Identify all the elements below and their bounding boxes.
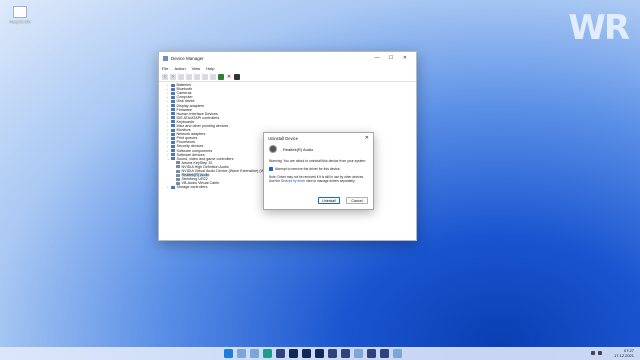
dialog-title: Uninstall Device [268, 135, 299, 141]
premiere-icon[interactable] [302, 349, 311, 358]
device-icon [171, 149, 175, 153]
device-icon [171, 128, 175, 132]
app-icon[interactable] [328, 349, 337, 358]
disable-device-icon[interactable] [234, 73, 240, 80]
menu-help[interactable]: Help [206, 66, 214, 71]
speaker-icon [269, 145, 277, 153]
window-title: Device Manager [171, 55, 204, 61]
app-icon[interactable] [380, 349, 389, 358]
cancel-button[interactable]: Cancel [346, 197, 368, 204]
device-icon [176, 169, 180, 173]
note-text-after: view to manage drivers separately. [305, 179, 356, 183]
forward-icon[interactable]: › [170, 73, 176, 80]
device-icon [171, 136, 175, 140]
menu-action[interactable]: Action [174, 66, 185, 71]
file-explorer-icon[interactable] [276, 349, 285, 358]
app-icon[interactable] [354, 349, 363, 358]
brand-logo: WR [568, 8, 630, 48]
network-icon[interactable] [591, 351, 595, 355]
dialog-titlebar[interactable]: Uninstall Device ✕ [264, 133, 373, 143]
device-icon [171, 112, 175, 116]
close-button[interactable]: ✕ [398, 55, 412, 61]
device-icon [171, 83, 175, 87]
photoshop-icon[interactable] [289, 349, 298, 358]
toolbar: ‹ › ✕ [159, 72, 416, 82]
remove-driver-label: Attempt to remove the driver for this de… [275, 167, 341, 171]
after-effects-icon[interactable] [315, 349, 324, 358]
device-icon [171, 87, 175, 91]
recycle-bin-shortcut[interactable]: Recycle Bin [6, 6, 34, 24]
properties-icon[interactable] [186, 73, 192, 80]
dialog-warning: Warning: You are about to uninstall this… [269, 159, 367, 163]
maximize-button[interactable]: ☐ [384, 55, 398, 61]
device-icon [171, 144, 175, 148]
dialog-device-name: Realtek(R) Audio [283, 146, 314, 152]
device-icon [176, 165, 180, 169]
window-titlebar[interactable]: Device Manager — ☐ ✕ [159, 52, 416, 64]
app-icon[interactable] [367, 349, 376, 358]
device-icon [171, 140, 175, 144]
tree-item-label: Storage controllers [176, 185, 208, 190]
app-icon[interactable] [341, 349, 350, 358]
update-driver-icon[interactable] [202, 73, 208, 80]
device-manager-taskbar-icon[interactable] [393, 349, 402, 358]
device-icon [171, 124, 175, 128]
device-icon [171, 95, 175, 99]
taskbar: 07:27 17.12.2021 [0, 347, 640, 360]
device-manager-icon [163, 55, 168, 61]
device-icon [176, 161, 180, 165]
clock-date: 17.12.2021 [613, 353, 634, 358]
menu-bar: File Action View Help [159, 64, 416, 72]
checkbox-checked-icon[interactable] [269, 167, 273, 171]
taskbar-clock[interactable]: 07:27 17.12.2021 [614, 348, 634, 358]
edge-icon[interactable] [263, 349, 272, 358]
remove-driver-checkbox[interactable]: Attempt to remove the driver for this de… [264, 163, 373, 171]
devices-by-driver-link[interactable]: Devices by driver [281, 179, 305, 183]
device-icon [171, 132, 175, 136]
device-icon [171, 104, 175, 108]
uninstall-device-icon[interactable]: ✕ [226, 74, 232, 80]
help-icon[interactable] [194, 73, 200, 80]
device-icon [171, 116, 175, 120]
recycle-bin-icon [13, 6, 27, 18]
device-icon [171, 153, 175, 157]
task-view-icon[interactable] [250, 349, 259, 358]
uninstall-button[interactable]: Uninstall [318, 197, 340, 204]
show-hide-tree-icon[interactable] [178, 73, 184, 80]
device-icon [171, 99, 175, 103]
minimize-button[interactable]: — [370, 55, 384, 61]
dialog-device-row: Realtek(R) Audio [264, 143, 373, 155]
uninstall-device-dialog: Uninstall Device ✕ Realtek(R) Audio Warn… [263, 132, 374, 210]
device-icon [171, 157, 175, 161]
device-icon [176, 181, 180, 185]
back-icon[interactable]: ‹ [162, 73, 168, 80]
dialog-buttons: Uninstall Cancel [318, 197, 368, 204]
search-icon[interactable] [237, 349, 246, 358]
device-icon [176, 177, 180, 181]
scan-hardware-icon[interactable] [210, 73, 216, 80]
enable-device-icon[interactable] [218, 73, 224, 80]
dialog-note: Note: Driver may not be removed if it is… [264, 171, 373, 183]
device-icon [176, 173, 180, 177]
menu-file[interactable]: File [162, 66, 168, 71]
device-icon [171, 91, 175, 95]
start-icon[interactable] [224, 349, 233, 358]
recycle-bin-label: Recycle Bin [9, 19, 31, 24]
menu-view[interactable]: View [192, 66, 201, 71]
volume-icon[interactable] [598, 351, 602, 355]
device-icon [171, 108, 175, 112]
device-icon [171, 185, 175, 189]
dialog-close-button[interactable]: ✕ [365, 135, 369, 141]
taskbar-apps [224, 349, 402, 358]
device-icon [171, 120, 175, 124]
system-tray [591, 351, 602, 355]
